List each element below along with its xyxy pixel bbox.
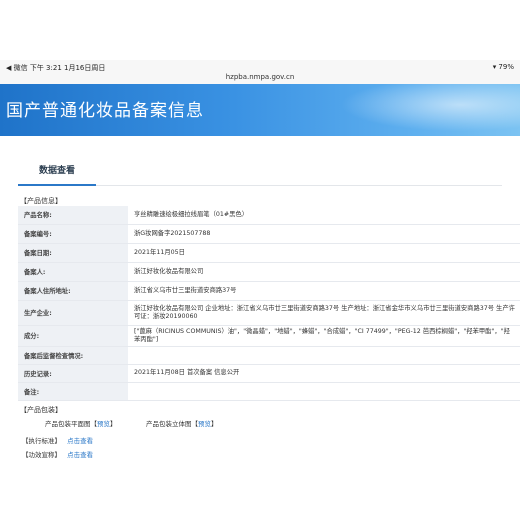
row-value: 浙江省义乌市廿三里街道安商路37号 <box>128 281 520 301</box>
row-label: 备案后监督检查情况: <box>18 346 128 365</box>
table-row: 备案后监督检查情况: <box>18 346 520 365</box>
efficacy-label: 【功效宣称】 <box>22 451 61 459</box>
table-row: 备注: <box>18 382 520 401</box>
table-row: 生产企业: 浙江好妆化妆品有限公司 企业地址：浙江省义乌市廿三里街道安商路37号… <box>18 300 520 326</box>
packaging-solid-label: 产品包装立体图 <box>146 420 192 428</box>
row-label: 成分: <box>18 325 128 347</box>
packaging-solid: 产品包装立体图【预览】 <box>146 420 218 428</box>
table-row: 成分: ["蓖麻（RICINUS COMMUNIS）油"，"微晶蜡"，"地蜡"，… <box>18 325 520 347</box>
row-value: 浙江好妆化妆品有限公司 企业地址：浙江省义乌市廿三里街道安商路37号 生产地址：… <box>128 300 520 326</box>
table-row: 备案人: 浙江好妆化妆品有限公司 <box>18 262 520 282</box>
packaging-plan-preview-link[interactable]: 预览 <box>97 420 110 428</box>
efficacy-row: 【功效宣称】 点击查看 <box>22 449 93 459</box>
tab-data-view[interactable]: 数据查看 <box>18 160 96 186</box>
packaging-plan: 产品包装平面图【预览】 <box>45 420 117 428</box>
packaging-plan-label: 产品包装平面图 <box>45 420 91 428</box>
row-value: 浙G妆网备字2021507788 <box>128 224 520 244</box>
url-text: hzpba.nmpa.gov.cn <box>225 73 295 81</box>
row-value: 2021年11月08日 首次备案 信息公开 <box>128 364 520 383</box>
row-label: 产品名称: <box>18 206 128 225</box>
row-label: 备注: <box>18 382 128 401</box>
row-label: 备案编号: <box>18 224 128 244</box>
packaging-solid-preview-link[interactable]: 预览 <box>198 420 211 428</box>
row-value: 浙江好妆化妆品有限公司 <box>128 262 520 282</box>
page-banner: 国产普通化妆品备案信息 <box>0 84 520 136</box>
row-value: ["蓖麻（RICINUS COMMUNIS）油"，"微晶蜡"，"地蜡"，"蜂蜡"… <box>128 325 520 347</box>
standard-label: 【执行标准】 <box>22 437 61 445</box>
battery-indicator: ▾ 79% <box>492 63 514 71</box>
row-label: 备案人: <box>18 262 128 282</box>
section-product-info: 【产品信息】 <box>20 197 62 205</box>
product-info-table: 产品名称: 亨丝精雕速绘极细拉线眉笔（01#黑色） 备案编号: 浙G妆网备字20… <box>18 206 520 401</box>
row-value <box>128 346 520 365</box>
row-label: 生产企业: <box>18 300 128 326</box>
row-label: 备案人住所地址: <box>18 281 128 301</box>
efficacy-view-link[interactable]: 点击查看 <box>67 451 93 459</box>
section-packaging: 【产品包装】 <box>20 406 62 414</box>
page-title: 国产普通化妆品备案信息 <box>6 101 204 121</box>
row-value <box>128 382 520 401</box>
row-label: 备案日期: <box>18 243 128 263</box>
address-bar[interactable]: hzpba.nmpa.gov.cn <box>0 72 520 84</box>
table-row: 备案编号: 浙G妆网备字2021507788 <box>18 224 520 244</box>
row-value: 亨丝精雕速绘极细拉线眉笔（01#黑色） <box>128 206 520 225</box>
table-row: 备案日期: 2021年11月05日 <box>18 243 520 263</box>
table-row: 备案人住所地址: 浙江省义乌市廿三里街道安商路37号 <box>18 281 520 301</box>
standard-row: 【执行标准】 点击查看 <box>22 435 93 445</box>
tab-bar: 数据查看 <box>18 160 502 186</box>
row-value: 2021年11月05日 <box>128 243 520 263</box>
row-label: 历史记录: <box>18 364 128 383</box>
standard-view-link[interactable]: 点击查看 <box>67 437 93 445</box>
table-row: 产品名称: 亨丝精雕速绘极细拉线眉笔（01#黑色） <box>18 206 520 225</box>
banner-decoration <box>320 84 520 136</box>
table-row: 历史记录: 2021年11月08日 首次备案 信息公开 <box>18 364 520 383</box>
